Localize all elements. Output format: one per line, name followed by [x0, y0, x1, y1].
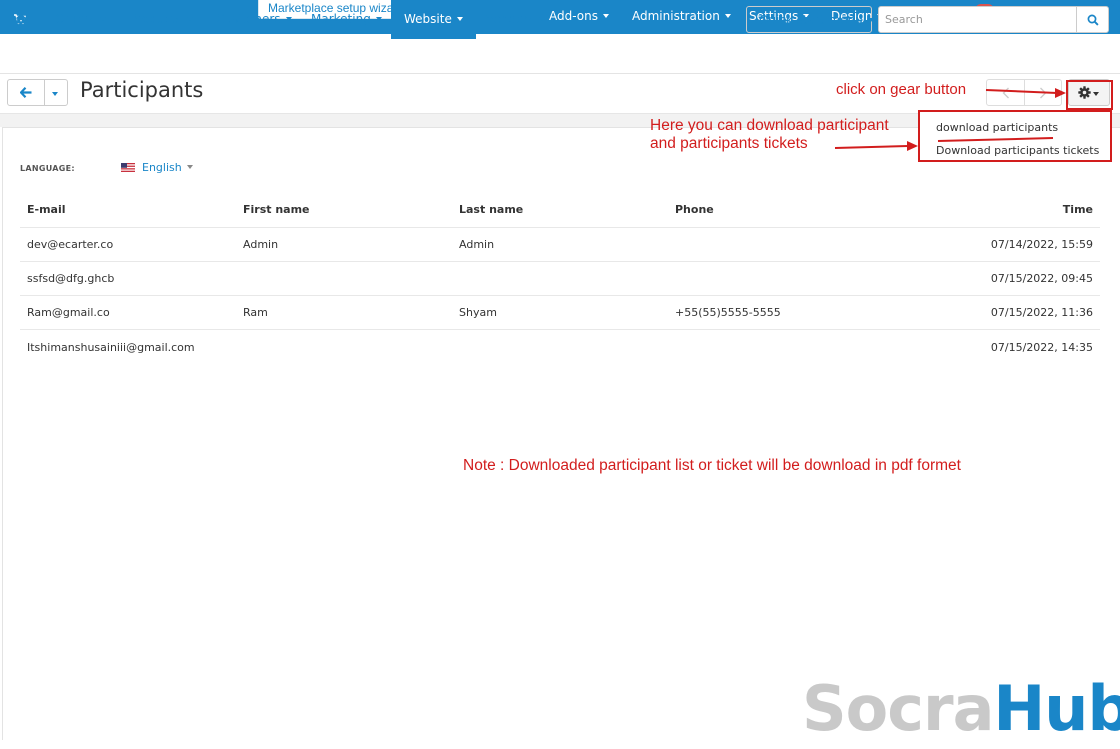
annotation-arrows	[834, 88, 1066, 151]
arrow-head	[907, 141, 918, 151]
arrow-to-dropdown	[834, 145, 909, 149]
arrow-to-gear	[985, 89, 1058, 94]
watermark-part2: Hub	[993, 672, 1120, 745]
underline-download-participants	[937, 137, 1054, 142]
arrow-head	[1055, 88, 1066, 98]
watermark-part1: Socra	[802, 672, 994, 745]
socrahub-watermark: SocraHub	[802, 669, 1120, 749]
